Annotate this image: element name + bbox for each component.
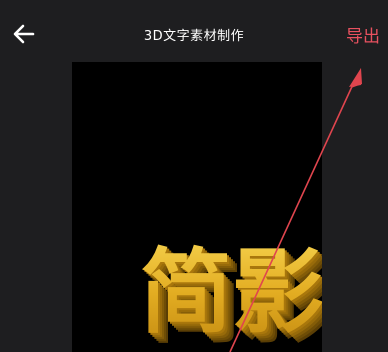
preview-3d-text: 简影 简影 简影 简影 简影 简影 [140, 239, 322, 352]
export-button[interactable]: 导出 [346, 22, 380, 47]
preview-text-face: 简影 [140, 239, 322, 346]
top-bar: 3D文字素材制作 导出 [0, 0, 388, 62]
preview-canvas: 简影 简影 简影 简影 简影 简影 [72, 62, 322, 352]
page-title: 3D文字素材制作 [143, 29, 245, 44]
